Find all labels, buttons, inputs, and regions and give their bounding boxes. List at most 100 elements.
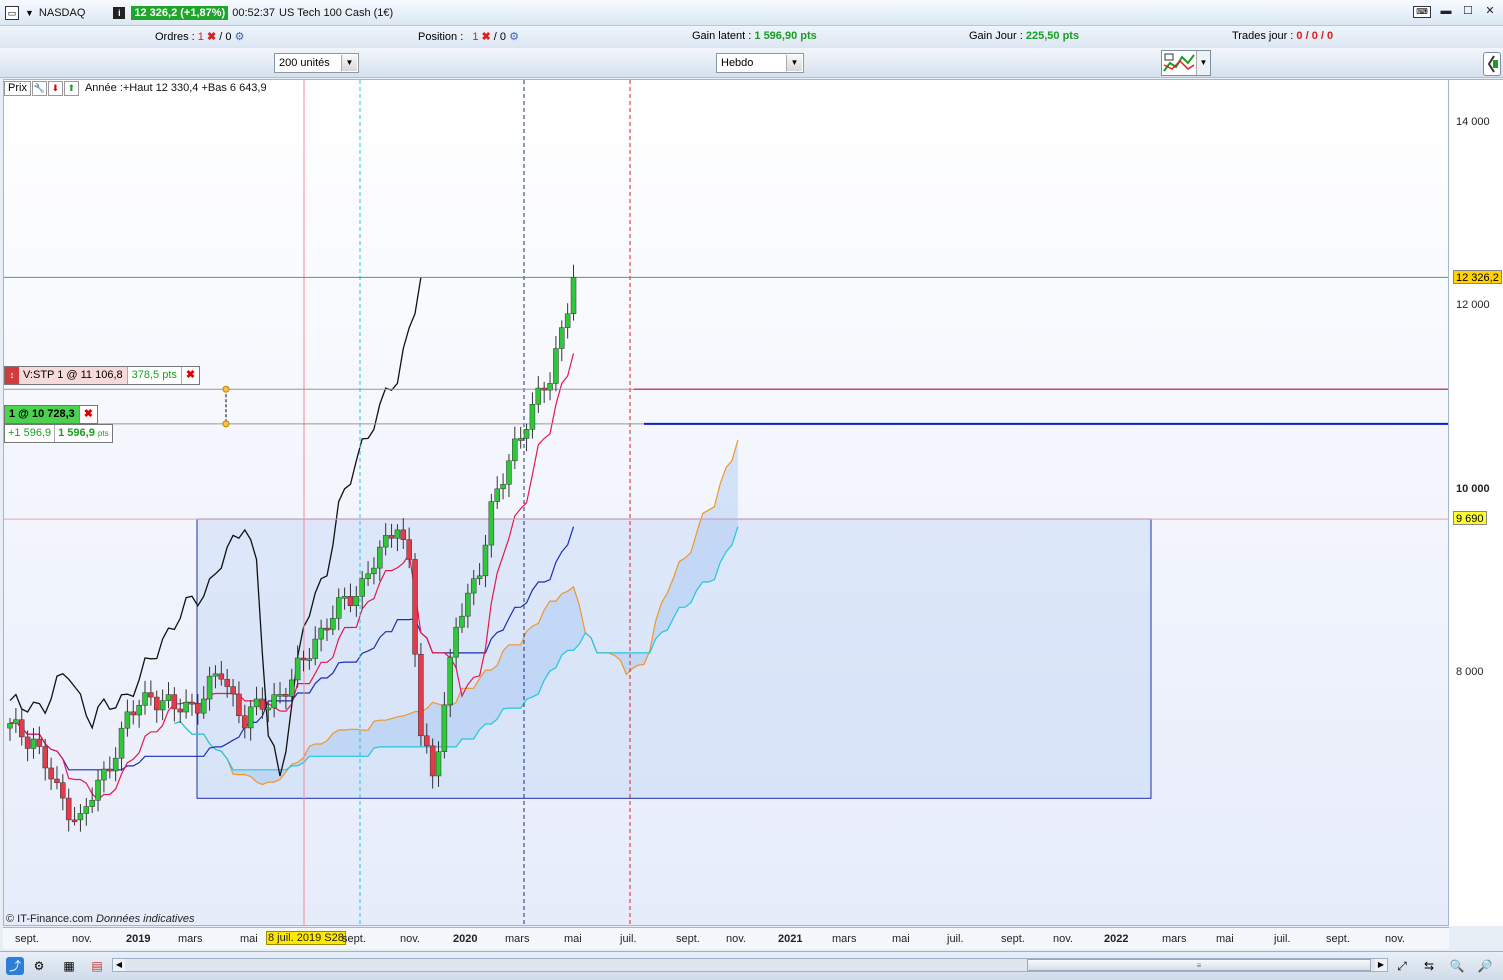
fit-icon[interactable]: ⇆ (1420, 957, 1438, 975)
chevron-down-icon[interactable]: ▼ (341, 55, 357, 71)
cancel-orders-icon[interactable]: ✖ (207, 31, 216, 43)
candle-up (159, 700, 166, 711)
zoom-in-icon[interactable]: 🔎 (1476, 957, 1494, 975)
title-bar: ▭ ▼ NASDAQ i 12 326,2 (+1,87%) 00:52:37 … (0, 0, 1503, 26)
orders-sep: / 0 (219, 31, 232, 43)
price-chart[interactable] (3, 79, 1449, 926)
gain-latent: Gain latent : 1 596,90 pts (692, 30, 817, 42)
x-tick-label: nov. (72, 933, 92, 945)
account-info-row: Ordres : 1 ✖ / 0 ⚙ Position : 1 ✖ / 0 ⚙ … (0, 26, 1503, 48)
gear-icon[interactable]: ⚙ (509, 31, 519, 43)
candle-up (253, 698, 260, 708)
candle-up (183, 701, 189, 713)
period-value: Hebdo (721, 57, 754, 69)
candle-up (470, 578, 477, 594)
candle-down (48, 767, 54, 780)
drag-handle-icon[interactable]: ↕ (5, 367, 19, 384)
chevron-down-icon[interactable]: ▼ (1196, 51, 1210, 75)
position-box[interactable]: 1 @ 10 728,3 ✖ (4, 405, 98, 424)
bottom-toolbar: ⤴ ⚙ ▦ ▤ ◀ ≡ ▶ ⤢ ⇆ 🔍 🔎 (0, 951, 1503, 980)
symbol-name[interactable]: NASDAQ (39, 7, 85, 19)
keyboard-icon[interactable]: ⌨ (1413, 6, 1431, 18)
x-tick-label: nov. (726, 933, 746, 945)
candle-up (359, 578, 365, 597)
indicator-settings-icon[interactable]: ⚙ (30, 957, 48, 975)
candle-up (447, 656, 453, 706)
auto-scale-icon[interactable]: ⤢ (1393, 957, 1411, 975)
zoom-out-icon[interactable]: 🔍 (1448, 957, 1466, 975)
y-tick-label: 14 000 (1456, 116, 1490, 128)
pnl-points-value: 1 596,9 (58, 427, 95, 439)
scroll-thumb[interactable]: ≡ (1027, 959, 1371, 971)
candle-down (60, 782, 66, 799)
pnl-value: +1 596,9 (5, 425, 56, 442)
maximize-button[interactable]: ☐ (1461, 5, 1475, 19)
stop-order-box[interactable]: ↕ V:STP 1 @ 11 106,8 378,5 pts ✖ (4, 366, 201, 385)
close-button[interactable]: ✕ (1483, 5, 1497, 19)
share-icon[interactable]: ⤴ (6, 957, 24, 975)
candle-down (259, 698, 266, 710)
gain-jour-label: Gain Jour : (969, 30, 1023, 42)
side-panel-icon (1487, 55, 1498, 73)
x-tick-label: sept. (676, 933, 700, 945)
window-menu-icon[interactable]: ▭ (5, 5, 19, 20)
candle-up (335, 597, 342, 619)
grid-icon[interactable]: ▤ (88, 957, 106, 975)
indicators-button[interactable]: ▼ (1161, 50, 1211, 76)
candle-up (13, 719, 19, 724)
arrow-up-icon[interactable]: ⬆ (63, 80, 79, 96)
candle-up (512, 438, 518, 462)
candle-up (277, 693, 283, 697)
close-position-icon[interactable]: ✖ (80, 406, 97, 423)
clock-time: 00:52:37 (232, 6, 276, 19)
chart-scrollbar[interactable]: ◀ ≡ ▶ (112, 958, 1388, 972)
candle-down (171, 694, 178, 710)
position-count: 1 (472, 31, 479, 43)
candle-up (435, 751, 442, 777)
trades-value: 0 / 0 / 0 (1296, 30, 1334, 42)
candle-up (529, 403, 536, 430)
x-tick-label: mars (1162, 933, 1187, 945)
trades-jour: Trades jour : 0 / 0 / 0 (1232, 30, 1333, 42)
indicator-chart-icon (1163, 53, 1195, 72)
chart-canvas[interactable] (4, 80, 1449, 926)
chevron-down-icon[interactable]: ▼ (25, 8, 34, 18)
candle-down (107, 768, 113, 772)
candle-down (42, 746, 48, 769)
orders-label: Ordres : (155, 31, 195, 43)
x-tick-label: 2022 (1104, 933, 1129, 945)
units-select[interactable]: 200 unités ▼ (274, 53, 359, 73)
position-label: 1 @ 10 728,3 (5, 406, 80, 423)
side-panel-toggle[interactable] (1483, 52, 1501, 76)
candle-up (564, 313, 571, 328)
period-select[interactable]: Hebdo ▼ (716, 53, 804, 73)
gear-icon[interactable]: ⚙ (235, 31, 245, 43)
minimize-button[interactable]: ▬ (1439, 5, 1453, 19)
current-price-badge: 12 326,2 (1453, 270, 1502, 284)
orders-info[interactable]: Ordres : 1 ✖ / 0 ⚙ (155, 30, 244, 43)
calendar-icon[interactable]: ▦ (60, 957, 78, 975)
wrench-icon[interactable]: 🔧 (31, 80, 47, 96)
year-high-low-annotation: Année :+Haut 12 330,4 +Bas 6 643,9 (84, 82, 267, 94)
price-series-label[interactable]: Prix (4, 80, 31, 96)
x-tick-label: mars (832, 933, 857, 945)
scroll-right-icon[interactable]: ▶ (1375, 959, 1387, 971)
x-tick-label: sept. (1001, 933, 1025, 945)
info-icon[interactable]: i (113, 6, 126, 19)
candle-up (535, 387, 542, 405)
chevron-down-icon[interactable]: ▼ (786, 55, 802, 71)
price-axis[interactable] (1449, 79, 1503, 926)
chart-legend: Prix 🔧 ⬇ ⬆ Année :+Haut 12 330,4 +Bas 6 … (4, 80, 267, 96)
stop-order-pts: 378,5 pts (127, 367, 182, 384)
cancel-order-icon[interactable]: ✖ (181, 367, 200, 384)
candle-down (541, 387, 547, 391)
candle-down (224, 678, 230, 687)
arrow-down-icon[interactable]: ⬇ (47, 80, 63, 96)
close-position-icon[interactable]: ✖ (482, 31, 491, 43)
candle-up (165, 694, 172, 701)
scroll-left-icon[interactable]: ◀ (113, 959, 125, 971)
position-info[interactable]: Position : 1 ✖ / 0 ⚙ (418, 30, 519, 43)
x-tick-label: juil. (1274, 933, 1291, 945)
stop-order-label: V:STP 1 @ 11 106,8 (19, 367, 128, 384)
candle-down (218, 673, 225, 680)
